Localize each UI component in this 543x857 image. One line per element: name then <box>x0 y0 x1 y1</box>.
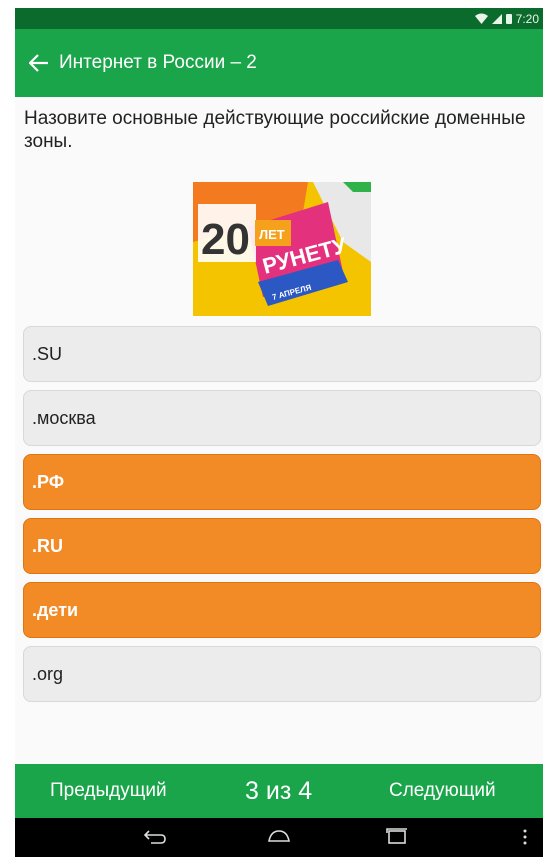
back-button[interactable] <box>21 45 57 81</box>
signal-icon <box>491 13 502 24</box>
image-word-top: ЛЕТ <box>259 227 285 242</box>
answer-option-selected[interactable]: .РФ <box>23 454 541 510</box>
previous-button[interactable]: Предыдущий <box>50 780 167 802</box>
answer-label: .москва <box>32 407 96 428</box>
toolbar-title: Интернет в России – 2 <box>59 52 257 73</box>
question-image: 20 ЛЕТ РУНЕТУ 7 АПРЕЛЯ <box>193 182 371 316</box>
question-counter: 3 из 4 <box>245 776 313 805</box>
system-nav-bar <box>15 818 543 857</box>
answer-label: .дети <box>32 599 79 620</box>
answer-option[interactable]: .москва <box>23 390 541 446</box>
app-toolbar: Интернет в России – 2 <box>15 29 543 97</box>
wifi-icon <box>474 13 488 24</box>
status-icons: 7:20 <box>474 11 539 26</box>
status-time: 7:20 <box>515 11 539 26</box>
answer-option-selected[interactable]: .RU <box>23 518 541 574</box>
app-screen: 7:20 Интернет в России – 2 Назовите осно… <box>15 8 543 857</box>
recent-apps-icon[interactable] <box>385 827 409 847</box>
battery-icon <box>505 13 512 24</box>
answer-option[interactable]: .org <box>23 646 541 702</box>
answer-label: .org <box>32 663 64 684</box>
home-nav-icon[interactable] <box>267 827 291 847</box>
image-number: 20 <box>201 215 250 264</box>
answer-label: .РФ <box>32 471 65 492</box>
menu-dots-icon[interactable] <box>521 827 529 847</box>
answer-option[interactable]: .SU <box>23 326 541 382</box>
bottom-navigation: Предыдущий 3 из 4 Следующий <box>15 764 543 818</box>
answer-label: .SU <box>32 343 63 364</box>
back-nav-icon[interactable] <box>143 827 167 847</box>
next-button[interactable]: Следующий <box>389 780 496 802</box>
status-bar: 7:20 <box>15 8 543 29</box>
answer-label: .RU <box>32 535 63 556</box>
answer-list: .SU .москва .РФ .RU .дети .org <box>23 326 541 710</box>
arrow-left-icon <box>29 54 48 72</box>
answer-option-selected[interactable]: .дети <box>23 582 541 638</box>
question-text: Назовите основные действующие российские… <box>24 108 526 152</box>
